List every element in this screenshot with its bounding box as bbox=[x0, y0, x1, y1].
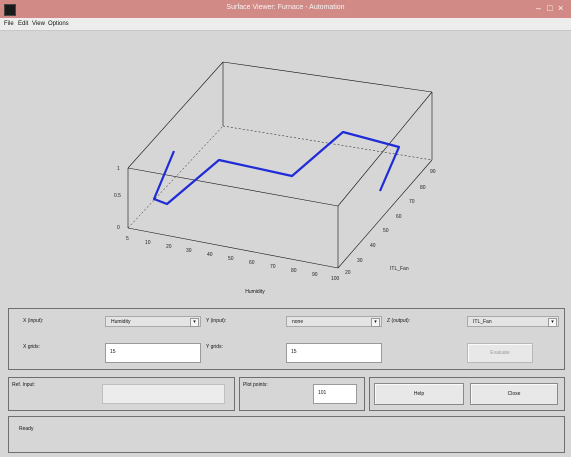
chevron-down-icon[interactable]: ▾ bbox=[190, 318, 199, 327]
maximize-icon[interactable]: □ bbox=[547, 3, 552, 13]
y-input-select[interactable]: none ▾ bbox=[286, 316, 382, 327]
surface-plot[interactable]: 1 0.5 0 5 10 20 30 40 50 60 70 80 90 100… bbox=[0, 31, 571, 295]
x-tick: 30 bbox=[186, 248, 192, 254]
menu-bar: File Edit View Options bbox=[0, 18, 571, 31]
y-input-value: none bbox=[292, 319, 304, 325]
action-buttons-panel: Help Close bbox=[369, 377, 565, 411]
y-axis-title: ITL_Fan bbox=[390, 266, 409, 272]
y-tick: 90 bbox=[430, 169, 436, 175]
x-input-select[interactable]: Humidity ▾ bbox=[105, 316, 201, 327]
x-tick: 60 bbox=[249, 260, 255, 266]
evaluate-button[interactable]: Evaluate bbox=[467, 343, 533, 363]
y-tick: 70 bbox=[409, 199, 415, 205]
x-tick: 40 bbox=[207, 252, 213, 258]
plot-points-panel: Plot points: 101 bbox=[239, 377, 365, 411]
menu-options[interactable]: Options bbox=[48, 21, 69, 27]
z-output-select[interactable]: ITL_Fan ▾ bbox=[467, 316, 559, 327]
ref-input-panel: Ref. Input: bbox=[8, 377, 235, 411]
x-input-label: X (input): bbox=[23, 318, 44, 324]
y-tick: 80 bbox=[420, 185, 426, 191]
y-input-label: Y (input): bbox=[206, 318, 227, 324]
ref-input-field[interactable] bbox=[102, 384, 225, 404]
close-button[interactable]: Close bbox=[470, 383, 558, 405]
menu-file[interactable]: File bbox=[4, 21, 14, 27]
y-tick: 30 bbox=[357, 258, 363, 264]
x-tick: 10 bbox=[145, 240, 151, 246]
surface-plot-area[interactable]: 1 0.5 0 5 10 20 30 40 50 60 70 80 90 100… bbox=[0, 31, 571, 295]
y-grids-label: Y grids: bbox=[206, 344, 223, 350]
y-tick: 20 bbox=[345, 270, 351, 276]
x-tick: 100 bbox=[331, 276, 340, 282]
plot-points-field[interactable]: 101 bbox=[313, 384, 357, 404]
x-tick: 20 bbox=[166, 244, 172, 250]
z-output-value: ITL_Fan bbox=[473, 319, 492, 325]
status-text: Ready bbox=[19, 426, 34, 432]
input-selection-panel: X (input): Humidity ▾ Y (input): none ▾ … bbox=[8, 308, 565, 370]
close-window-icon[interactable]: × bbox=[558, 3, 563, 13]
minimize-icon[interactable]: – bbox=[536, 3, 541, 13]
chevron-down-icon[interactable]: ▾ bbox=[371, 318, 380, 327]
y-tick: 40 bbox=[370, 243, 376, 249]
plot-points-label: Plot points: bbox=[243, 382, 268, 388]
x-grids-field[interactable]: 15 bbox=[105, 343, 201, 363]
z-tick: 0.5 bbox=[114, 193, 121, 199]
help-button[interactable]: Help bbox=[374, 383, 464, 405]
z-tick: 0 bbox=[117, 225, 120, 231]
z-tick: 1 bbox=[117, 166, 120, 172]
x-tick: 80 bbox=[291, 268, 297, 274]
x-tick: 70 bbox=[270, 264, 276, 270]
chevron-down-icon[interactable]: ▾ bbox=[548, 318, 557, 327]
menu-edit[interactable]: Edit bbox=[18, 21, 28, 27]
ref-input-label: Ref. Input: bbox=[12, 382, 36, 388]
z-output-label: Z (output): bbox=[387, 318, 411, 324]
y-tick: 60 bbox=[396, 214, 402, 220]
x-input-value: Humidity bbox=[111, 319, 131, 325]
x-tick: 5 bbox=[126, 236, 129, 242]
y-grids-field[interactable]: 15 bbox=[286, 343, 382, 363]
x-grids-label: X grids: bbox=[23, 344, 40, 350]
x-tick: 90 bbox=[312, 272, 318, 278]
title-bar: Surface Viewer: Furnace - Automation – □… bbox=[0, 0, 571, 18]
y-tick: 50 bbox=[383, 228, 389, 234]
surface-curve bbox=[152, 130, 401, 206]
status-panel: Ready bbox=[8, 416, 565, 453]
menu-view[interactable]: View bbox=[32, 21, 45, 27]
window-title: Surface Viewer: Furnace - Automation bbox=[226, 4, 345, 11]
x-tick: 50 bbox=[228, 256, 234, 262]
axes-box bbox=[127, 61, 433, 269]
x-axis-title: Humidity bbox=[245, 289, 265, 295]
